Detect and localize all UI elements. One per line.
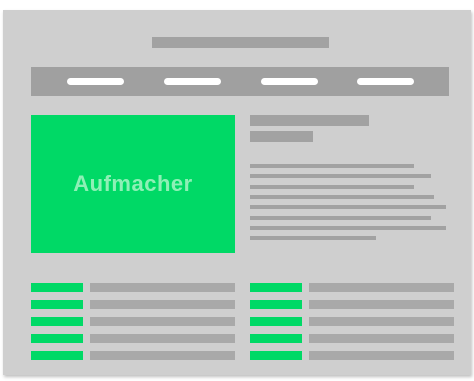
list-item-placeholder[interactable] bbox=[309, 317, 454, 326]
body-text-line bbox=[250, 164, 414, 168]
list-item-placeholder[interactable] bbox=[90, 317, 235, 326]
list-marker bbox=[31, 300, 83, 309]
list-marker bbox=[31, 283, 83, 292]
list-item-placeholder[interactable] bbox=[90, 300, 235, 309]
list-item-placeholder[interactable] bbox=[90, 334, 235, 343]
site-title-placeholder bbox=[152, 37, 329, 48]
list-marker bbox=[250, 317, 302, 326]
list-marker bbox=[250, 334, 302, 343]
nav-item-4[interactable] bbox=[357, 78, 414, 85]
list-item-placeholder[interactable] bbox=[309, 334, 454, 343]
list-marker bbox=[250, 283, 302, 292]
nav-item-2[interactable] bbox=[164, 78, 221, 85]
body-text-line bbox=[250, 185, 414, 189]
hero-label: Aufmacher bbox=[73, 171, 193, 196]
body-text-line bbox=[250, 174, 431, 178]
list-marker bbox=[31, 317, 83, 326]
body-text-line bbox=[250, 236, 376, 240]
hero-teaser[interactable]: Aufmacher bbox=[31, 115, 235, 253]
list-marker bbox=[31, 334, 83, 343]
body-text-line bbox=[250, 226, 446, 230]
list-item-placeholder[interactable] bbox=[90, 283, 235, 292]
list-marker bbox=[250, 351, 302, 360]
body-text-line bbox=[250, 195, 434, 199]
subheadline-placeholder bbox=[250, 131, 313, 142]
list-item-placeholder[interactable] bbox=[309, 300, 454, 309]
nav-item-1[interactable] bbox=[67, 78, 124, 85]
list-item-placeholder[interactable] bbox=[309, 283, 454, 292]
body-text-line bbox=[250, 216, 431, 220]
list-item-placeholder[interactable] bbox=[309, 351, 454, 360]
list-marker bbox=[250, 300, 302, 309]
nav-item-3[interactable] bbox=[261, 78, 318, 85]
list-marker bbox=[31, 351, 83, 360]
list-item-placeholder[interactable] bbox=[90, 351, 235, 360]
body-text-line bbox=[250, 205, 446, 209]
headline-placeholder bbox=[250, 115, 369, 126]
